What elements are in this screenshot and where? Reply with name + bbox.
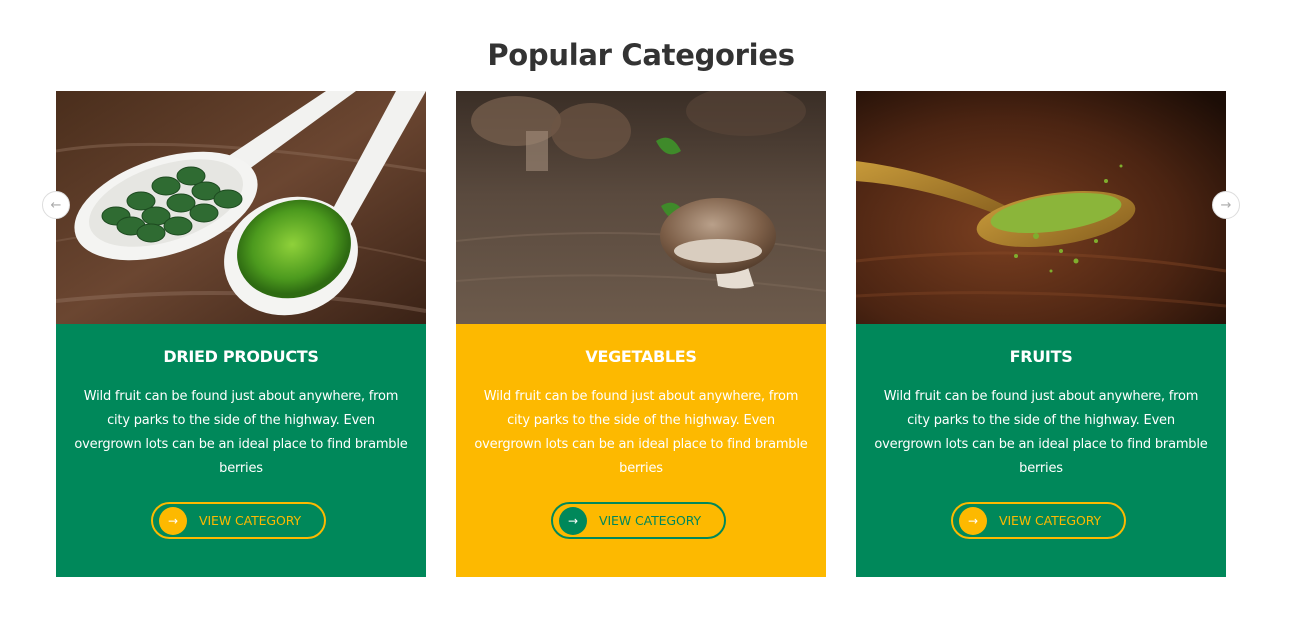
view-category-button[interactable]: → VIEW CATEGORY bbox=[951, 502, 1126, 539]
category-body: DRIED PRODUCTS Wild fruit can be found j… bbox=[56, 324, 426, 577]
carousel-next-button[interactable]: → bbox=[1212, 191, 1240, 219]
category-card-fruits: FRUITS Wild fruit can be found just abou… bbox=[856, 91, 1226, 577]
view-category-label: VIEW CATEGORY bbox=[199, 513, 302, 528]
category-description: Wild fruit can be found just about anywh… bbox=[874, 389, 1208, 476]
category-body: VEGETABLES Wild fruit can be found just … bbox=[456, 324, 826, 577]
arrow-right-icon: → bbox=[159, 506, 187, 535]
category-image[interactable] bbox=[856, 91, 1226, 324]
view-category-label: VIEW CATEGORY bbox=[999, 513, 1102, 528]
carousel-prev-button[interactable]: ← bbox=[42, 191, 70, 219]
arrow-right-icon: → bbox=[1220, 197, 1232, 213]
arrow-right-icon: → bbox=[959, 506, 987, 535]
arrow-left-icon: ← bbox=[50, 197, 62, 213]
arrow-right-icon: → bbox=[559, 506, 587, 535]
category-title: VEGETABLES bbox=[585, 347, 697, 366]
category-body: FRUITS Wild fruit can be found just abou… bbox=[856, 324, 1226, 577]
category-title: DRIED PRODUCTS bbox=[163, 347, 319, 366]
category-description: Wild fruit can be found just about anywh… bbox=[474, 389, 808, 476]
view-category-label: VIEW CATEGORY bbox=[599, 513, 702, 528]
category-description: Wild fruit can be found just about anywh… bbox=[74, 389, 408, 476]
category-card-vegetables: VEGETABLES Wild fruit can be found just … bbox=[456, 91, 826, 577]
category-card-dried-products: DRIED PRODUCTS Wild fruit can be found j… bbox=[56, 91, 426, 577]
view-category-button[interactable]: → VIEW CATEGORY bbox=[551, 502, 726, 539]
category-image[interactable] bbox=[56, 91, 426, 324]
category-title: FRUITS bbox=[1009, 347, 1073, 366]
category-image[interactable] bbox=[456, 91, 826, 324]
view-category-button[interactable]: → VIEW CATEGORY bbox=[151, 502, 326, 539]
section-title: Popular Categories bbox=[487, 38, 795, 73]
